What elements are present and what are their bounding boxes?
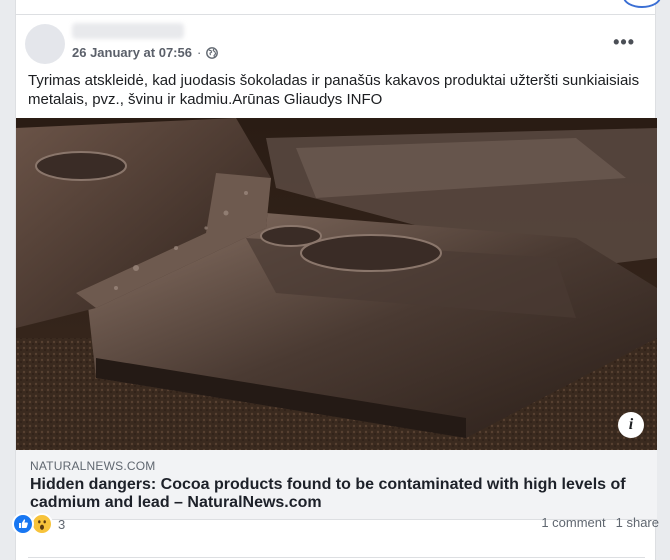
profile-avatar-edge[interactable] (623, 0, 661, 8)
link-headline[interactable]: Hidden dangers: Cocoa products found to … (30, 476, 640, 512)
wow-icon (31, 513, 53, 535)
previous-post-edge (15, 0, 661, 14)
globe-icon[interactable] (206, 46, 219, 59)
link-preview-image[interactable]: i (16, 118, 657, 450)
more-options-icon[interactable]: ••• (613, 33, 635, 51)
post-text: Tyrimas atskleidė, kad juodasis šokolada… (28, 72, 640, 108)
reaction-count[interactable]: 3 (58, 517, 65, 532)
post-meta: 26 January at 07:56 · (72, 45, 219, 60)
link-domain: NATURALNEWS.COM (30, 459, 156, 473)
meta-separator: · (196, 45, 202, 60)
reactions-summary[interactable]: 3 (12, 513, 65, 535)
author-avatar[interactable] (25, 24, 65, 64)
link-preview[interactable]: NATURALNEWS.COM Hidden dangers: Cocoa pr… (16, 450, 657, 520)
engagement-counts: 1 comment 1 share (541, 515, 659, 530)
shares-count[interactable]: 1 share (616, 515, 659, 530)
post-date[interactable]: 26 January at 07:56 (72, 45, 192, 60)
comments-count[interactable]: 1 comment (541, 515, 605, 530)
like-icon (12, 513, 34, 535)
post-card: 26 January at 07:56 · ••• Tyrimas atskle… (15, 14, 657, 560)
author-name-redacted[interactable] (72, 23, 184, 39)
footer-divider (28, 557, 645, 558)
info-icon[interactable]: i (618, 412, 644, 438)
chocolate-photo (16, 118, 657, 450)
